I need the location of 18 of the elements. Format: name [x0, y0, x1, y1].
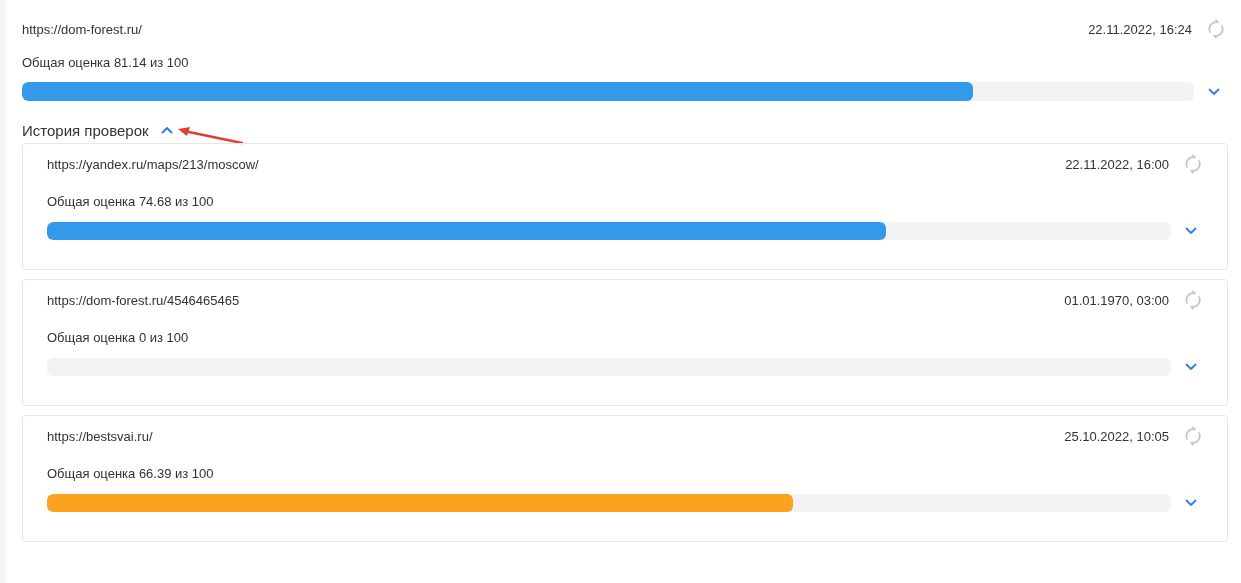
overall-score: Общая оценка 66.39 из 100 — [47, 465, 215, 483]
site-url: https://bestsvai.ru/ — [47, 428, 154, 444]
check-date: 25.10.2022, 10:05 — [1064, 428, 1169, 444]
history-title: История проверок — [22, 121, 149, 139]
overall-score: Общая оценка 0 из 100 — [47, 329, 190, 347]
check-date: 01.01.1970, 03:00 — [1064, 292, 1169, 308]
check-date: 22.11.2022, 16:00 — [1065, 156, 1169, 172]
chevron-icon[interactable] — [1208, 87, 1220, 96]
overall-score: Общая оценка 74.68 из 100 — [47, 193, 215, 211]
site-url: https://dom-forest.ru/4546465465 — [47, 292, 241, 308]
chevron-icon[interactable] — [1185, 499, 1197, 507]
chevron-icon[interactable] — [160, 126, 173, 134]
site-url: https://dom-forest.ru/ — [22, 21, 143, 37]
site-url: https://yandex.ru/maps/213/moscow/ — [47, 156, 260, 172]
chevron-icon[interactable] — [1185, 363, 1197, 371]
check-date: 22.11.2022, 16:24 — [1088, 21, 1192, 37]
overall-score: Общая оценка 81.14 из 100 — [22, 54, 190, 72]
chevron-icon[interactable] — [1185, 227, 1197, 235]
